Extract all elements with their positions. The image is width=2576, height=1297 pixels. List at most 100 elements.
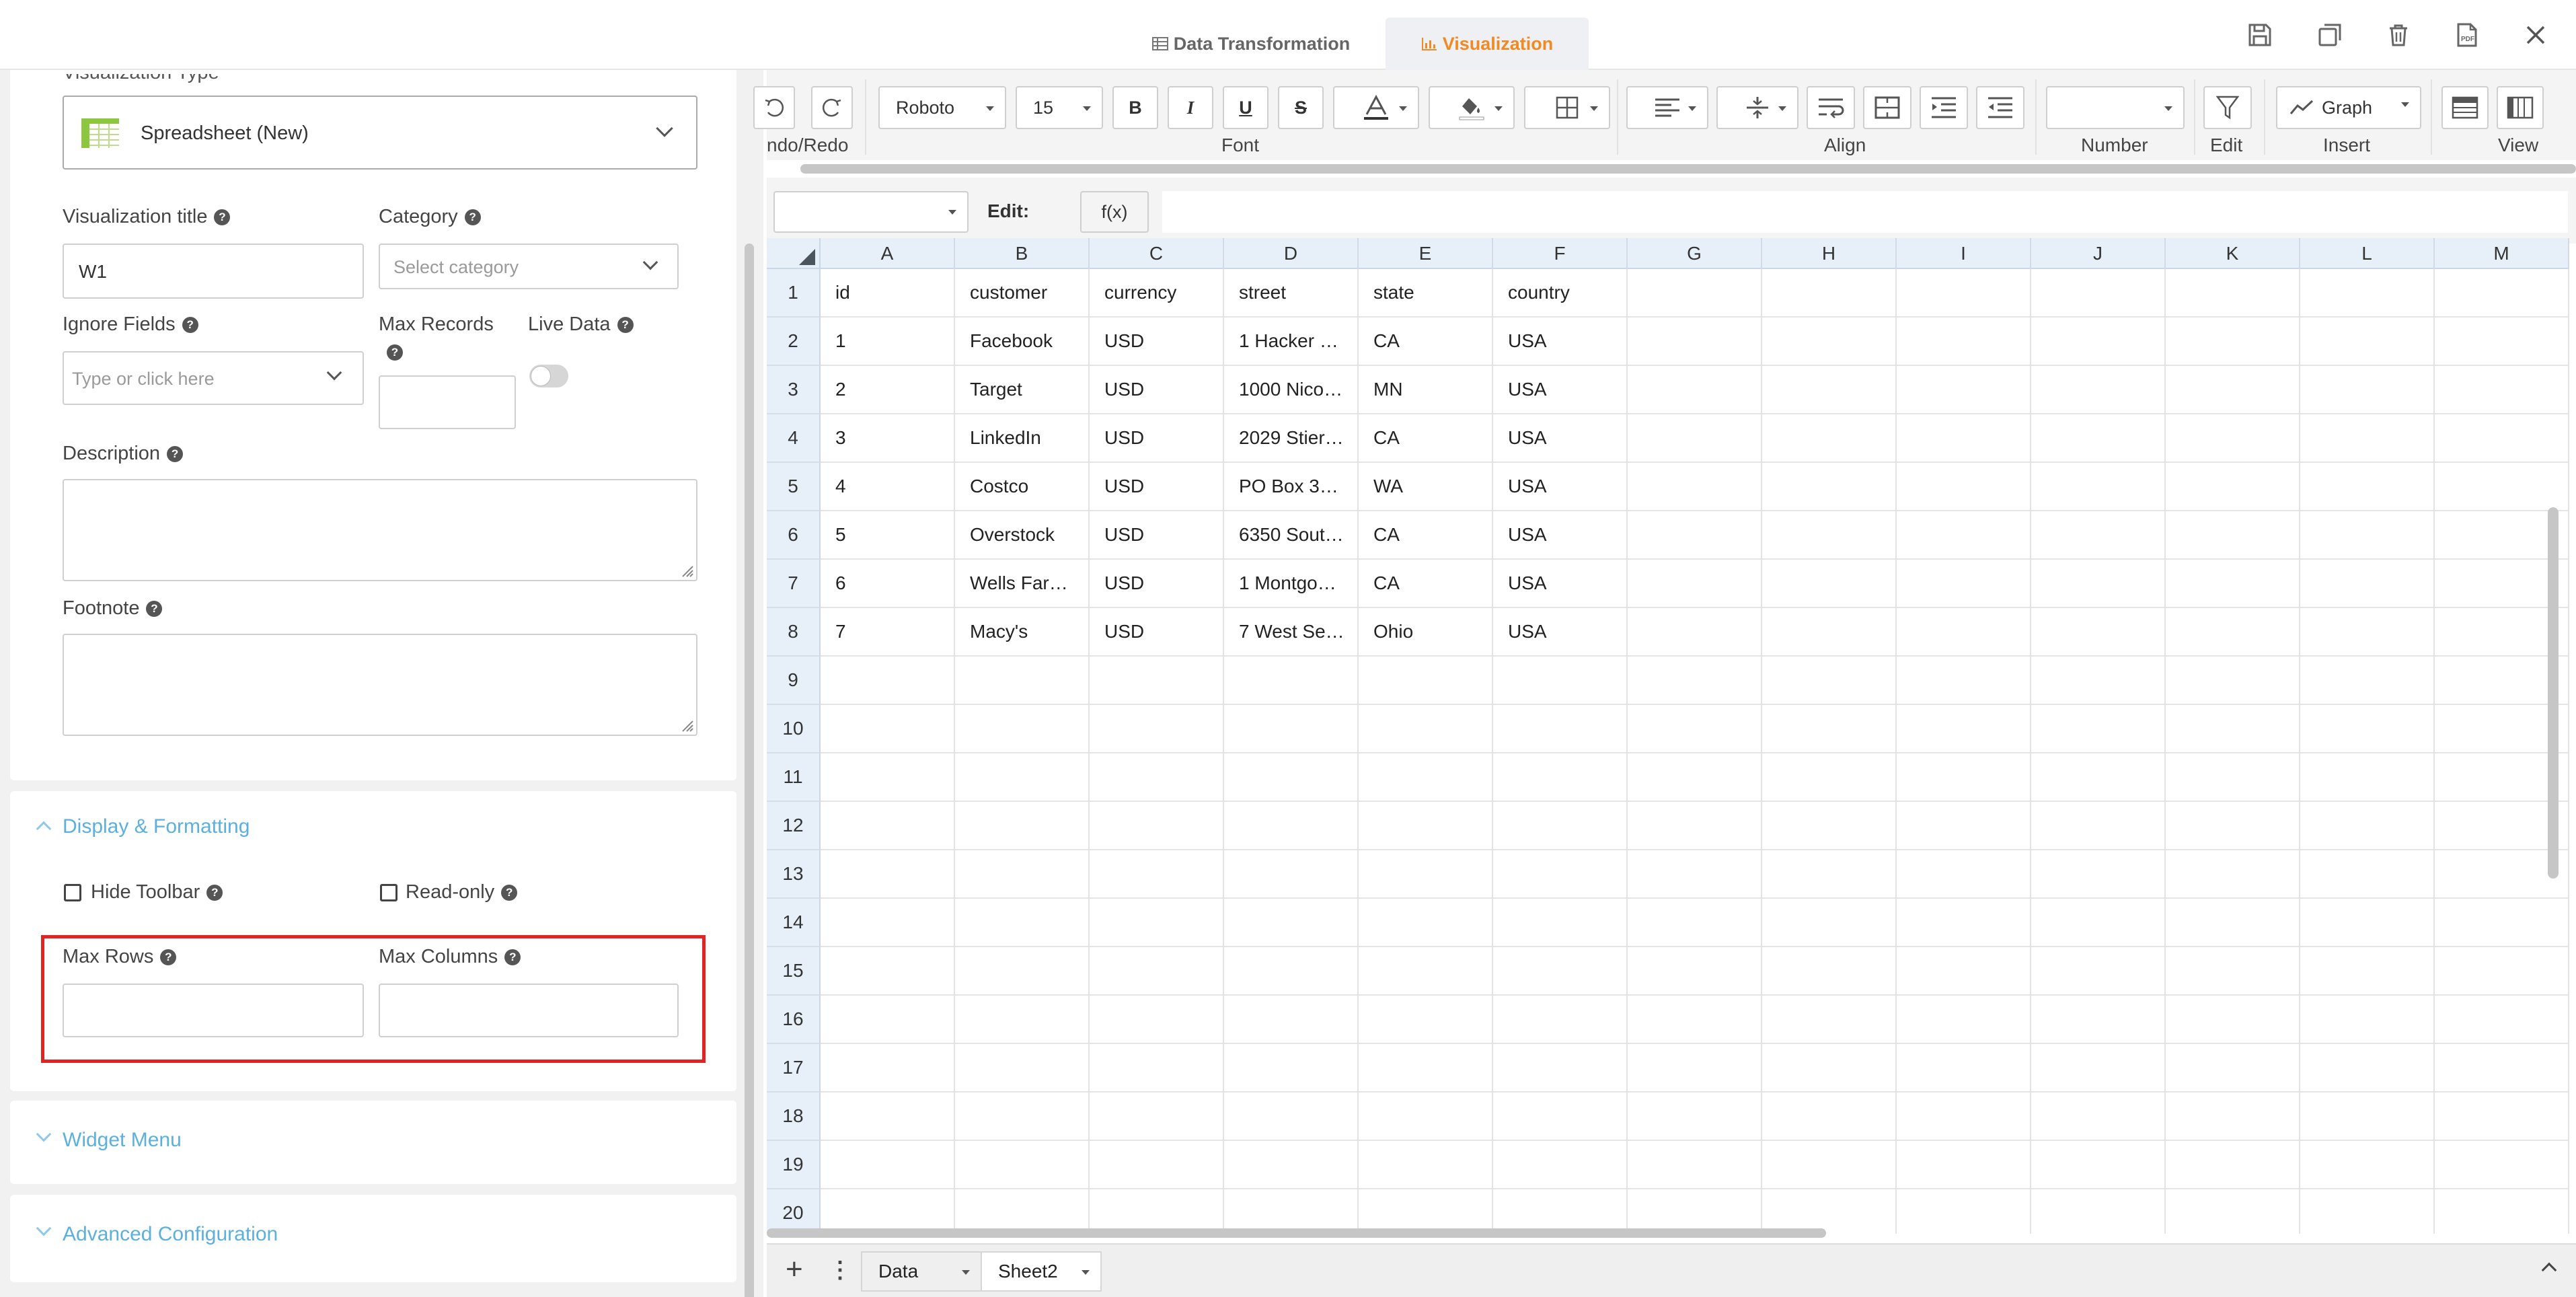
grid-cell[interactable] [1897,560,2031,608]
grid-cell[interactable]: 2029 Stier… [1224,414,1359,463]
grid-cell[interactable] [2435,947,2569,996]
grid-cell[interactable]: id [821,269,955,318]
row-header[interactable]: 18 [767,1092,821,1141]
grid-cell[interactable] [1897,1044,2031,1092]
grid-cell[interactable] [955,850,1090,899]
ignore-fields-input[interactable]: Type or click here [63,351,364,405]
grid-cell[interactable] [1493,705,1628,753]
save-icon[interactable] [2245,20,2275,50]
grid-cell[interactable] [2435,269,2569,318]
grid-cell[interactable]: USD [1090,414,1224,463]
grid-cell[interactable] [1762,802,1897,850]
grid-cell[interactable] [2031,414,2166,463]
row-header[interactable]: 2 [767,318,821,366]
grid-cell[interactable] [2166,414,2300,463]
help-icon[interactable]: ? [464,209,481,226]
row-header[interactable]: 9 [767,657,821,705]
grid-cell[interactable] [2031,1189,2166,1234]
grid-cell[interactable] [1897,269,2031,318]
outdent-button[interactable] [1976,86,2024,129]
grid-cell[interactable] [1359,996,1493,1044]
select-all-corner[interactable] [767,238,821,269]
footnote-textarea[interactable] [63,634,697,736]
grid-cell[interactable] [1090,947,1224,996]
help-icon[interactable]: ? [146,601,163,618]
delete-icon[interactable] [2384,20,2413,50]
merge-cells-button[interactable] [1863,86,1911,129]
grid-cell[interactable] [1493,1092,1628,1141]
grid-cell[interactable]: CA [1359,511,1493,560]
advanced-config-header[interactable]: Advanced Configuration [63,1223,278,1246]
grid-cell[interactable] [2166,850,2300,899]
chevron-up-icon[interactable] [2541,1262,2557,1278]
grid-cell[interactable] [1359,899,1493,947]
column-header[interactable]: C [1090,238,1224,269]
undo-button[interactable] [753,86,795,129]
column-header[interactable]: E [1359,238,1493,269]
grid-cell[interactable]: USA [1493,414,1628,463]
freeze-columns-button[interactable] [2497,86,2544,129]
grid-cell[interactable] [2031,899,2166,947]
grid-cell[interactable] [2166,318,2300,366]
grid-cell[interactable] [2300,753,2435,802]
strikethrough-button[interactable]: S [1278,86,1324,129]
grid-cell[interactable] [955,947,1090,996]
grid-cell[interactable] [2300,996,2435,1044]
grid-cell[interactable] [2300,1044,2435,1092]
help-icon[interactable]: ? [387,344,403,361]
grid-cell[interactable] [2031,463,2166,511]
grid-cell[interactable] [821,947,955,996]
grid-cell[interactable] [2031,318,2166,366]
grid-cell[interactable] [1628,560,1762,608]
grid-cell[interactable] [2031,705,2166,753]
sheet-tab-sheet2[interactable]: Sheet2 [981,1251,1102,1292]
grid-cell[interactable] [2300,850,2435,899]
grid-cell[interactable] [821,1044,955,1092]
grid-cell[interactable] [1762,899,1897,947]
grid-cell[interactable]: WA [1359,463,1493,511]
spreadsheet-grid[interactable]: ABCDEFGHIJKLM 1 id customer currency street s… [767,238,2576,1234]
grid-cell[interactable]: USD [1090,560,1224,608]
grid-cell[interactable] [1359,850,1493,899]
help-icon[interactable]: ? [160,949,177,966]
grid-cell[interactable] [955,1092,1090,1141]
help-icon[interactable]: ? [206,885,223,901]
grid-cell[interactable] [2031,850,2166,899]
grid-cell[interactable] [1224,899,1359,947]
grid-cell[interactable]: USA [1493,463,1628,511]
grid-cell[interactable]: 6350 Sout… [1224,511,1359,560]
borders-button[interactable] [1524,86,1610,129]
grid-cell[interactable] [1628,1044,1762,1092]
freeze-rows-button[interactable] [2441,86,2489,129]
grid-cell[interactable] [1628,899,1762,947]
grid-cell[interactable] [1090,1044,1224,1092]
grid-cell[interactable]: CA [1359,560,1493,608]
bold-button[interactable]: B [1112,86,1158,129]
viz-title-input[interactable]: W1 [63,244,364,299]
grid-cell[interactable]: PO Box 3… [1224,463,1359,511]
row-header[interactable]: 5 [767,463,821,511]
grid-cell[interactable] [1897,366,2031,414]
row-header[interactable]: 3 [767,366,821,414]
grid-cell[interactable] [2031,1092,2166,1141]
grid-cell[interactable] [955,1044,1090,1092]
grid-cell[interactable] [1224,657,1359,705]
grid-cell[interactable] [955,705,1090,753]
grid-cell[interactable] [1359,802,1493,850]
chevron-down-icon[interactable] [36,1220,52,1236]
row-header[interactable]: 4 [767,414,821,463]
max-columns-input[interactable] [379,984,679,1037]
grid-cell[interactable] [1762,560,1897,608]
hide-toolbar-checkbox[interactable] [64,884,81,901]
column-header[interactable]: L [2300,238,2435,269]
row-header[interactable]: 1 [767,269,821,318]
grid-cell[interactable] [1224,705,1359,753]
grid-cell[interactable] [1493,657,1628,705]
grid-cell[interactable] [1224,1044,1359,1092]
grid-cell[interactable]: USD [1090,463,1224,511]
grid-cell[interactable] [1762,1092,1897,1141]
grid-cell[interactable] [1359,1189,1493,1234]
grid-cell[interactable] [2300,1141,2435,1189]
column-header[interactable]: D [1224,238,1359,269]
grid-cell[interactable] [1493,996,1628,1044]
